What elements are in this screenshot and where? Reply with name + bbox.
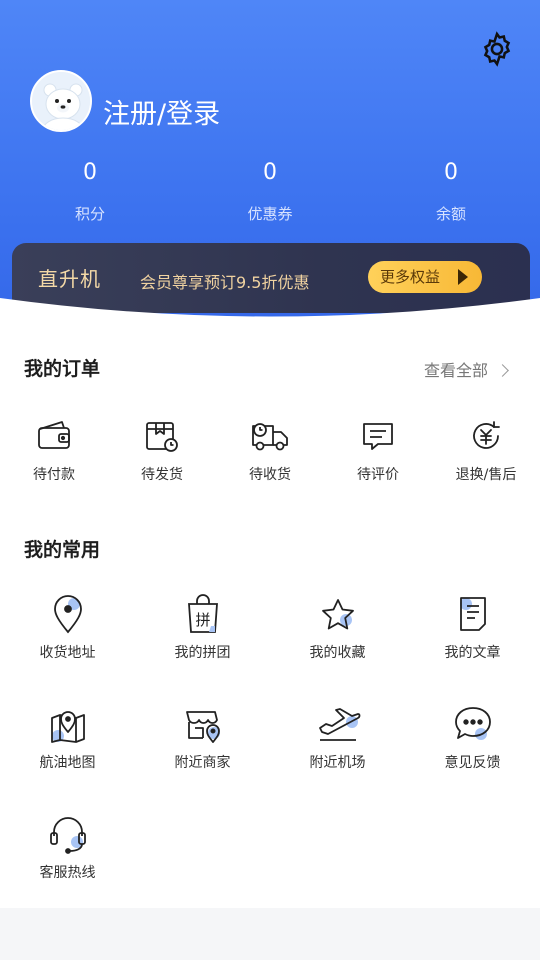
- login-register-link[interactable]: 注册/登录: [103, 92, 220, 131]
- more-benefits-button[interactable]: 更多权益: [368, 261, 482, 293]
- profile-header: 注册/登录 0 积分 0 优惠券 0 余额 直升机 会员尊享预订9.5折优惠 更…: [0, 0, 540, 330]
- order-after-sales[interactable]: 退换/售后: [432, 416, 540, 484]
- order-pending-review[interactable]: 待评价: [324, 416, 432, 484]
- feedback-item[interactable]: 意见反馈: [405, 702, 540, 772]
- order-item-label: 待收货: [249, 467, 291, 483]
- polar-bear-icon: [32, 72, 90, 130]
- shopping-bag-icon: 拼: [187, 594, 218, 633]
- box-clock-icon: [146, 422, 178, 452]
- common-item-label: 航油地图: [39, 755, 96, 771]
- my-articles-item[interactable]: 我的文章: [405, 592, 540, 662]
- triangle-right-icon: [458, 269, 468, 285]
- more-benefits-label: 更多权益: [380, 268, 441, 286]
- points-label: 积分: [74, 205, 105, 223]
- order-pending-shipment[interactable]: 待发货: [108, 416, 216, 484]
- order-pending-payment[interactable]: 待付款: [0, 416, 108, 484]
- fuel-map-item[interactable]: 航油地图: [0, 702, 135, 772]
- coupons-stat[interactable]: 0 优惠券: [210, 160, 330, 224]
- avatar[interactable]: [30, 70, 92, 132]
- common-item-label: 附近机场: [309, 755, 366, 771]
- gear-icon[interactable]: [478, 30, 516, 68]
- view-all-orders-link[interactable]: 查看全部: [424, 357, 509, 381]
- group-buy-item[interactable]: 拼 我的拼团: [135, 592, 270, 662]
- truck-icon: [252, 423, 288, 451]
- document-icon: [459, 597, 486, 631]
- common-title: 我的常用: [24, 539, 101, 561]
- comment-icon: [363, 423, 393, 450]
- balance-value: 0: [444, 160, 458, 185]
- nearby-airports-item[interactable]: 附近机场: [270, 702, 405, 772]
- order-pending-receipt[interactable]: 待收货: [216, 416, 324, 484]
- orders-title: 我的订单: [24, 358, 101, 380]
- points-value: 0: [83, 160, 97, 185]
- view-all-label: 查看全部: [424, 361, 489, 380]
- chevron-right-icon: [496, 364, 509, 377]
- wallet-icon: [38, 421, 70, 449]
- common-item-label: 我的文章: [444, 645, 501, 661]
- refund-icon: [473, 421, 500, 449]
- star-icon: [321, 599, 354, 630]
- favorites-item[interactable]: 我的收藏: [270, 592, 405, 662]
- coupons-label: 优惠券: [247, 205, 293, 223]
- common-item-label: 意见反馈: [444, 755, 501, 771]
- map-icon: [50, 711, 85, 743]
- store-icon: [185, 711, 220, 743]
- common-item-label: 附近商家: [174, 755, 231, 771]
- order-item-label: 退换/售后: [455, 467, 517, 483]
- nearby-merchants-item[interactable]: 附近商家: [135, 702, 270, 772]
- content-panel: 我的订单 查看全部 待付款 待发货 待收货 待评价 退换/售后 我的常用 收货地…: [0, 328, 540, 908]
- order-item-label: 待付款: [33, 467, 75, 483]
- common-item-label: 客服热线: [39, 865, 96, 881]
- balance-label: 余额: [435, 205, 466, 223]
- headset-icon: [49, 817, 86, 854]
- banner-title: 直升机: [38, 267, 101, 291]
- customer-service-item[interactable]: 客服热线: [0, 812, 135, 882]
- balance-stat[interactable]: 0 余额: [391, 160, 511, 224]
- coupons-value: 0: [263, 160, 277, 185]
- feedback-icon: [454, 707, 491, 740]
- points-stat[interactable]: 0 积分: [30, 160, 150, 224]
- common-item-label: 收货地址: [39, 645, 96, 661]
- svg-text:拼: 拼: [195, 611, 210, 629]
- common-item-label: 我的收藏: [309, 645, 366, 661]
- order-item-label: 待发货: [141, 467, 183, 483]
- airplane-icon: [318, 708, 360, 741]
- location-pin-icon: [53, 595, 82, 634]
- order-item-label: 待评价: [357, 467, 399, 483]
- shipping-address-item[interactable]: 收货地址: [0, 592, 135, 662]
- common-item-label: 我的拼团: [174, 645, 231, 661]
- header-curve: [0, 298, 540, 330]
